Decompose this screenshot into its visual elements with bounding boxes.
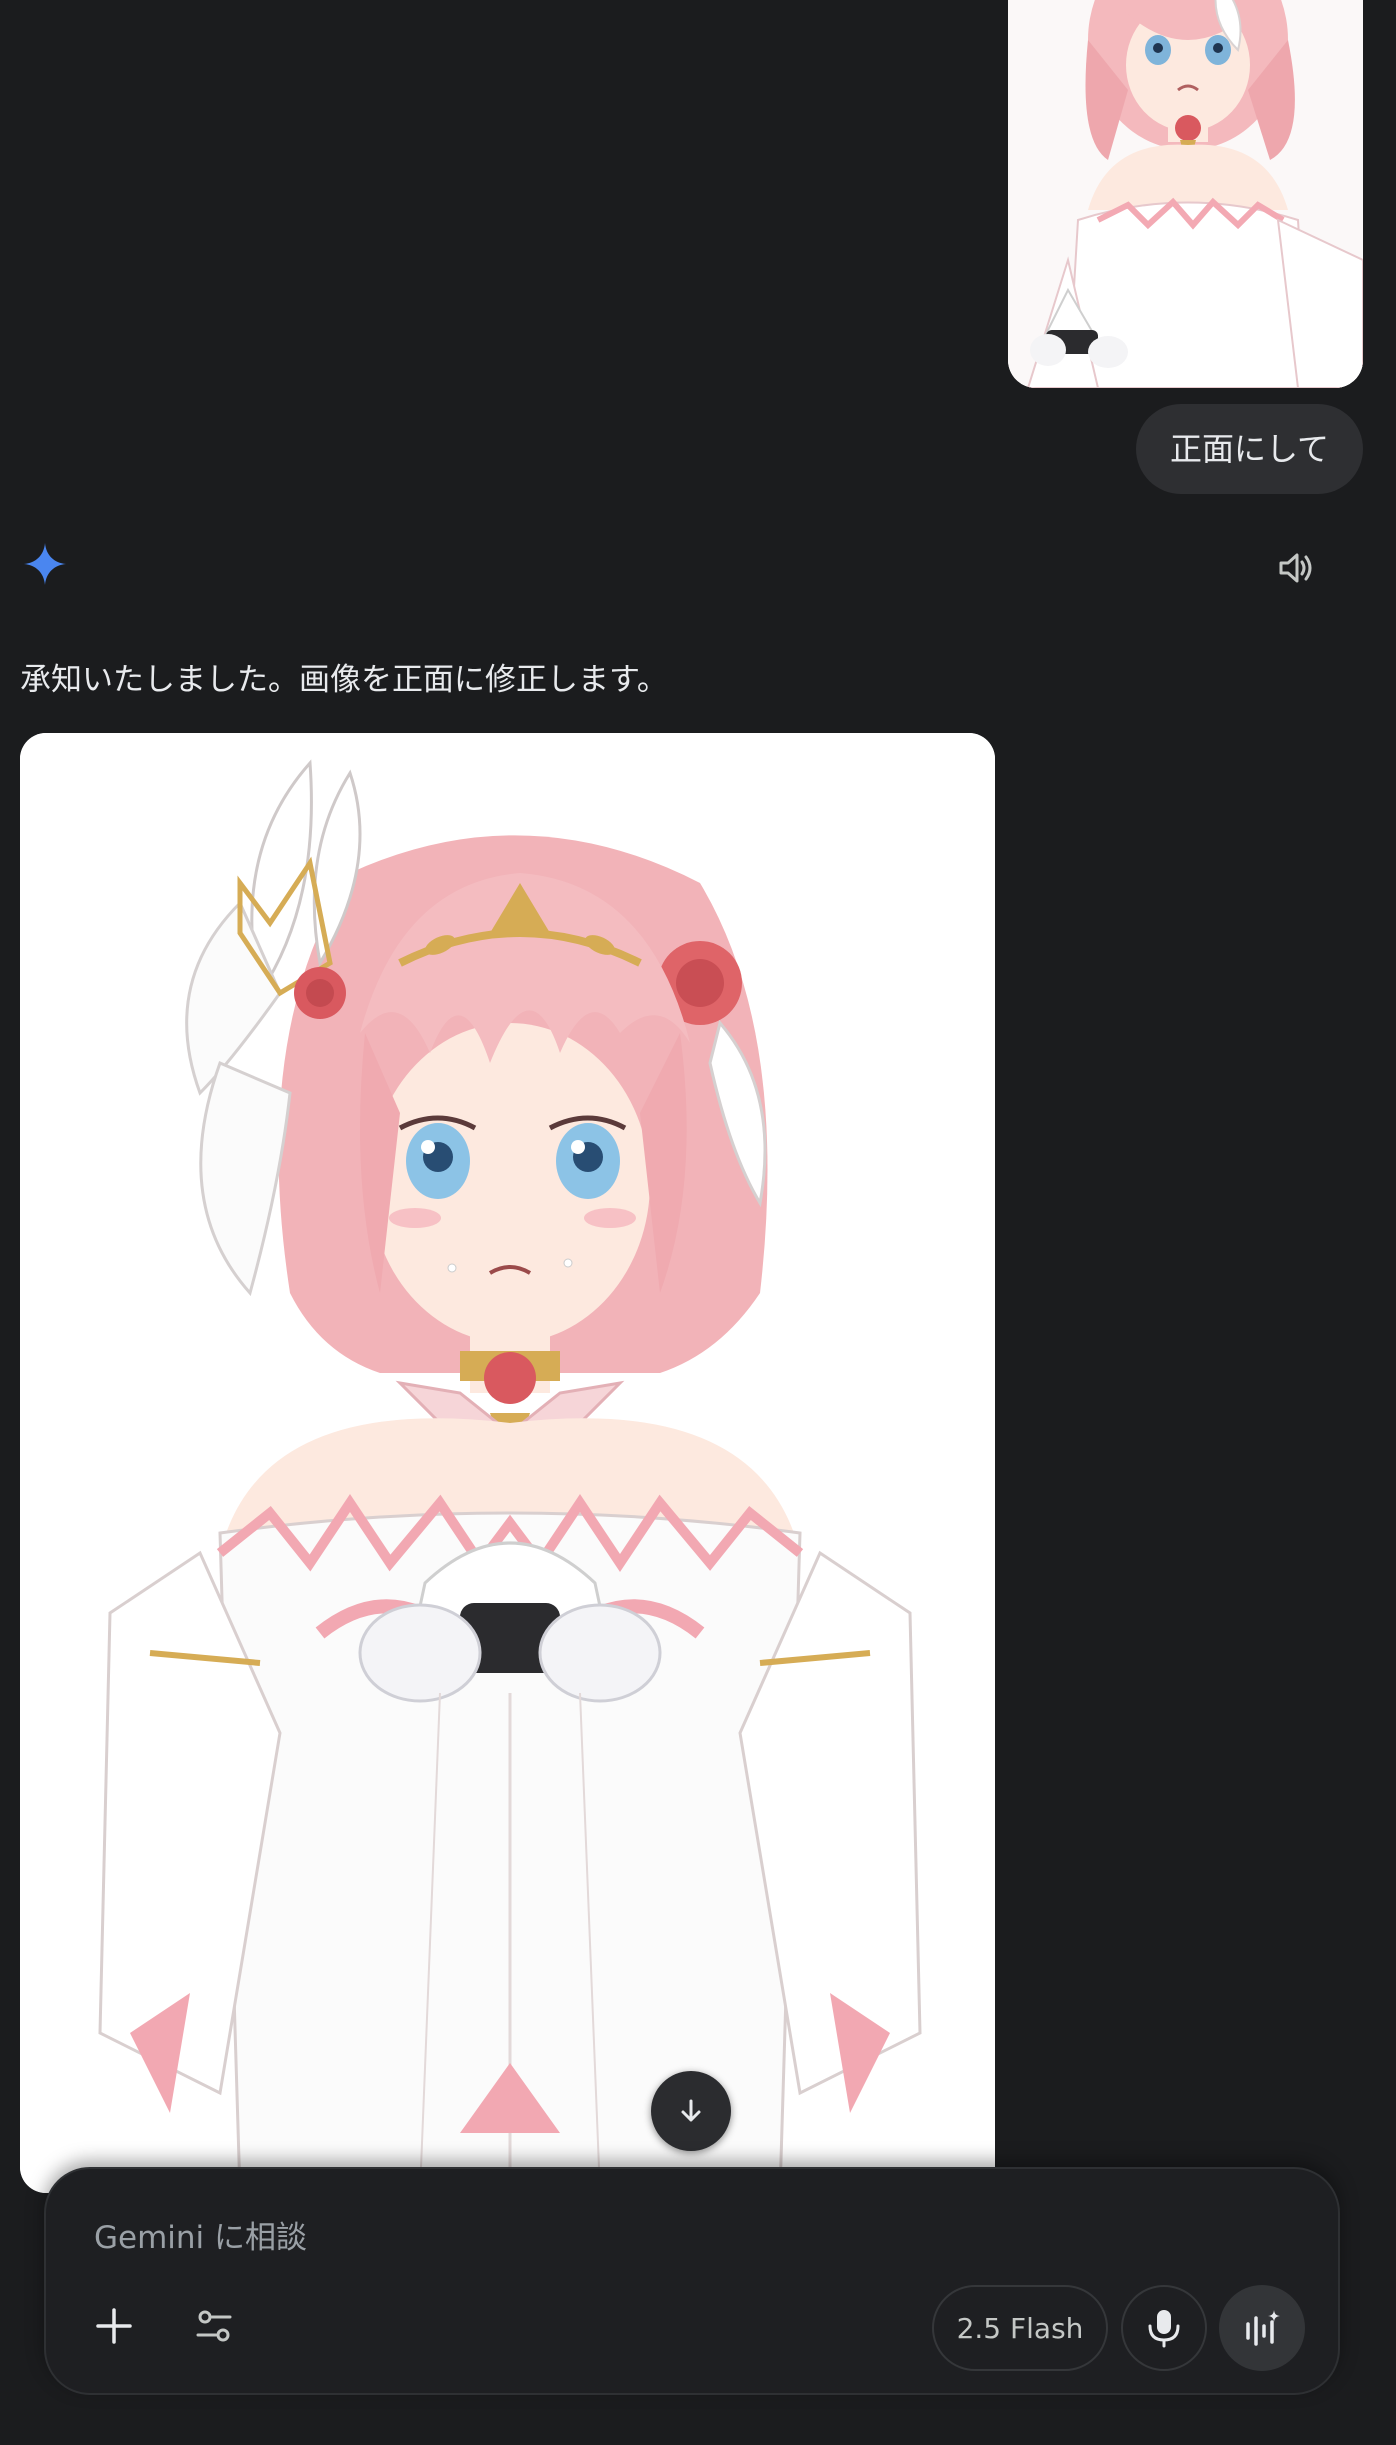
scroll-down-button[interactable] <box>651 2071 731 2151</box>
anime-character-illustration <box>20 733 995 2193</box>
user-uploaded-image[interactable] <box>1008 0 1363 388</box>
generated-image[interactable] <box>20 733 995 2193</box>
arrow-down-icon <box>681 2099 701 2122</box>
add-button[interactable] <box>78 2290 150 2362</box>
live-button[interactable] <box>1219 2285 1305 2371</box>
chat-page: 正面にして 承知いたしました。画像を正面に修正します。 Gemini に相談 2… <box>0 0 1396 2445</box>
read-aloud-button[interactable] <box>1268 540 1324 596</box>
prompt-composer: 2.5 Flash <box>44 2167 1340 2395</box>
mic-icon <box>1148 2310 1180 2348</box>
model-selector[interactable]: 2.5 Flash <box>932 2285 1108 2371</box>
speaker-icon <box>1279 553 1312 583</box>
plus-icon <box>96 2308 132 2344</box>
user-message-bubble: 正面にして <box>1135 404 1363 494</box>
tools-button[interactable] <box>178 2290 250 2362</box>
model-response-text: 承知いたしました。画像を正面に修正します。 <box>20 662 668 698</box>
anime-character-thumbnail <box>1008 0 1363 388</box>
prompt-input[interactable] <box>92 2215 996 2261</box>
microphone-button[interactable] <box>1121 2285 1207 2371</box>
live-waveform-icon <box>1246 2310 1280 2346</box>
gemini-spark-icon <box>22 541 68 587</box>
tune-icon <box>196 2310 232 2342</box>
